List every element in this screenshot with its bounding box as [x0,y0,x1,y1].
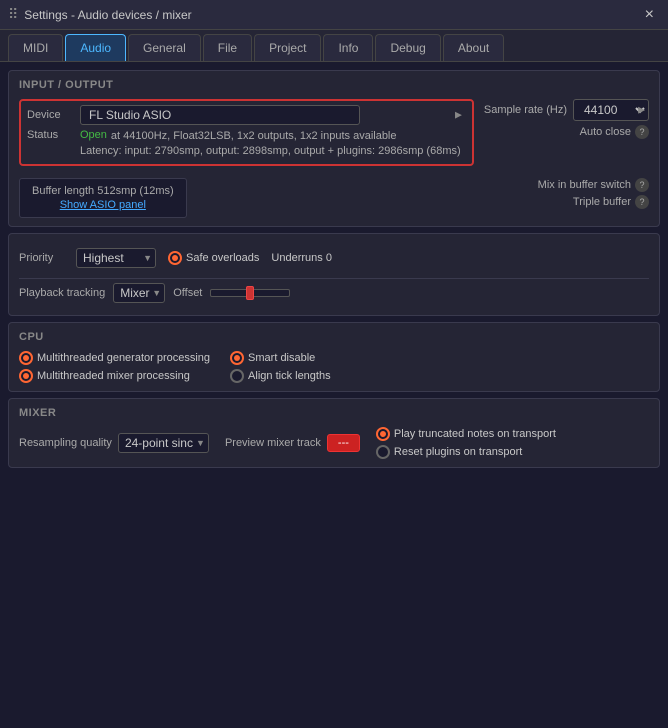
tab-project[interactable]: Project [254,34,321,61]
main-content: Input / output Device FL Studio ASIO ▶ [0,62,668,476]
status-text: at 44100Hz, Float32LSB, 1x2 outputs, 1x2… [111,129,397,144]
priority-section: Priority Highest ▼ Safe overloads Underr… [8,233,660,316]
auto-close-row: Auto close ? [580,125,649,139]
mixer-title: Mixer [19,407,649,419]
tab-bar: MIDI Audio General File Project Info Deb… [0,30,668,62]
reset-plugins-radio [376,445,390,459]
safe-overloads-label: Safe overloads [186,252,259,264]
multithreaded-mixer-label: Multithreaded mixer processing [37,370,190,382]
transport-options: Play truncated notes on transport Reset … [376,427,556,459]
triple-buffer-label: Triple buffer [573,196,631,208]
sample-rate-label: Sample rate (Hz) [484,104,567,116]
offset-label: Offset [173,287,202,299]
window-title: Settings - Audio devices / mixer [24,8,191,22]
align-tick-label: Align tick lengths [248,370,331,382]
smart-disable-label: Smart disable [248,352,315,364]
triple-buffer-info-icon[interactable]: ? [635,195,649,209]
buffer-label: Buffer length 512smp (12ms) [32,185,174,197]
input-output-section: Input / output Device FL Studio ASIO ▶ [8,70,660,227]
status-open: Open [80,129,107,144]
tab-audio[interactable]: Audio [65,34,126,61]
tab-debug[interactable]: Debug [375,34,440,61]
resampling-select[interactable]: 24-point sinc [118,433,209,453]
safe-overloads-radio-dot [168,251,182,265]
cpu-col-2: Smart disable Align tick lengths [230,351,331,383]
offset-slider[interactable] [210,289,290,297]
playback-select[interactable]: Mixer [113,283,165,303]
right-controls: Sample rate (Hz) 44100 ▶ Auto close ? [484,99,649,139]
underruns-text: Underruns 0 [271,252,332,264]
mix-buffer-info-icon[interactable]: ? [635,178,649,192]
tab-general[interactable]: General [128,34,201,61]
auto-close-label: Auto close [580,126,631,138]
preview-group: Preview mixer track --- [225,434,360,452]
playback-label: Playback tracking [19,287,105,299]
buffer-box: Buffer length 512smp (12ms) Show ASIO pa… [19,178,187,218]
cpu-section: CPU Multithreaded generator processing M… [8,322,660,392]
cpu-title: CPU [19,331,649,343]
tab-info[interactable]: Info [323,34,373,61]
resampling-group: Resampling quality 24-point sinc ▼ [19,433,209,453]
preview-label: Preview mixer track [225,437,321,449]
device-label: Device [27,109,72,121]
tab-midi[interactable]: MIDI [8,34,63,61]
preview-button[interactable]: --- [327,434,360,452]
tab-about[interactable]: About [443,34,504,61]
priority-select[interactable]: Highest [76,248,156,268]
latency-text: Latency: input: 2790smp, output: 2898smp… [80,144,461,159]
device-box: Device FL Studio ASIO ▶ Status Open [19,99,474,166]
reset-plugins-label: Reset plugins on transport [394,446,522,458]
drag-icon: ⠿ [8,6,18,23]
cpu-options: Multithreaded generator processing Multi… [19,351,649,383]
play-truncated-row[interactable]: Play truncated notes on transport [376,427,556,441]
play-truncated-radio [376,427,390,441]
input-output-title: Input / output [19,79,649,91]
auto-close-info-icon[interactable]: ? [635,125,649,139]
multithreaded-mixer-radio [19,369,33,383]
tab-file[interactable]: File [203,34,252,61]
triple-buffer-row: Triple buffer ? [573,195,649,209]
reset-plugins-row[interactable]: Reset plugins on transport [376,445,556,459]
mix-buffer-label: Mix in buffer switch [538,179,631,191]
device-arrow-icon: ▶ [455,110,462,121]
smart-disable-row[interactable]: Smart disable [230,351,331,365]
status-label: Status [27,129,72,141]
multithreaded-mixer-row[interactable]: Multithreaded mixer processing [19,369,210,383]
close-button[interactable]: × [639,4,660,26]
multithreaded-generator-radio [19,351,33,365]
device-select[interactable]: FL Studio ASIO [80,105,360,125]
safe-overloads-radio[interactable]: Safe overloads [168,251,259,265]
mix-buffer-switch-row: Mix in buffer switch ? [538,178,649,192]
sample-rate-group: Sample rate (Hz) 44100 ▶ [484,99,649,121]
multithreaded-generator-row[interactable]: Multithreaded generator processing [19,351,210,365]
playback-row: Playback tracking Mixer ▼ Offset [19,278,649,307]
mix-buffer-group: Mix in buffer switch ? Triple buffer ? [538,178,649,209]
resampling-label: Resampling quality [19,437,112,449]
sample-rate-select[interactable]: 44100 [573,99,649,121]
priority-row: Priority Highest ▼ Safe overloads Underr… [19,242,649,274]
smart-disable-radio [230,351,244,365]
multithreaded-generator-label: Multithreaded generator processing [37,352,210,364]
priority-label: Priority [19,252,64,264]
asio-panel-link[interactable]: Show ASIO panel [32,199,174,211]
mixer-section: Mixer Resampling quality 24-point sinc ▼… [8,398,660,468]
align-tick-row[interactable]: Align tick lengths [230,369,331,383]
align-tick-radio [230,369,244,383]
mixer-options: Resampling quality 24-point sinc ▼ Previ… [19,427,649,459]
offset-slider-thumb [246,286,254,300]
cpu-col-1: Multithreaded generator processing Multi… [19,351,210,383]
play-truncated-label: Play truncated notes on transport [394,428,556,440]
title-bar: ⠿ Settings - Audio devices / mixer × [0,0,668,30]
